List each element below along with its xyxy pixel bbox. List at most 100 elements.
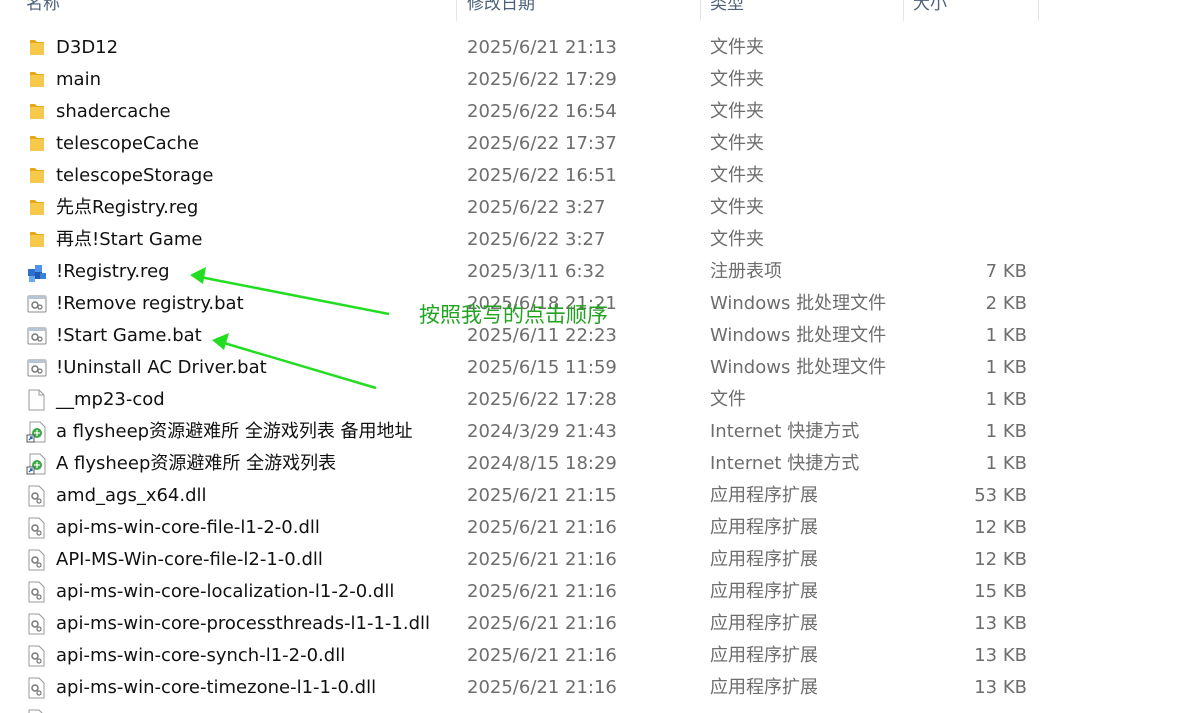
file-name: shadercache (56, 101, 171, 122)
file-date-modified: 2025/6/21 21:16 (467, 645, 617, 666)
file-name: !Registry.reg (56, 261, 170, 282)
folder-icon (28, 229, 46, 249)
file-row[interactable]: A flysheep资源避难所 全游戏列表 2024/8/15 18:29 Inte… (0, 448, 1194, 480)
file-type: Internet 快捷方式 (710, 453, 860, 474)
file-row[interactable]: api-ms-win-core-localization-l1-2-0.dll 2… (0, 576, 1194, 608)
file-type: Windows 批处理文件 (710, 325, 887, 346)
file-size: 1 KB (985, 453, 1027, 474)
file-date-modified: 2025/6/21 21:16 (467, 581, 617, 602)
file-date-modified: 2025/6/22 17:28 (467, 389, 617, 410)
file-type (710, 704, 905, 713)
file-type: 注册表项 (710, 261, 782, 282)
file-size (907, 128, 1027, 160)
file-date-modified: 2025/6/22 3:27 (467, 197, 606, 218)
file-type: 应用程序扩展 (710, 645, 818, 666)
file-row[interactable]: api-ms-win-core-processthreads-l1-1-1.dl… (0, 608, 1194, 640)
file-row[interactable]: 再点!Start Game 2025/6/22 3:27 文件夹 (0, 224, 1194, 256)
file-date-modified: 2025/6/22 3:27 (467, 229, 606, 250)
file-name: __mp23-cod (56, 389, 165, 410)
file-date-modified: 2025/3/11 6:32 (467, 261, 606, 282)
file-row[interactable]: a flysheep资源避难所 全游戏列表 备用地址 2024/3/29 21:4… (0, 416, 1194, 448)
file-type: 文件夹 (710, 165, 764, 186)
file-row[interactable]: api-ms-win-core-synch-l1-2-0.dll 2025/6/2… (0, 640, 1194, 672)
file-row[interactable] (0, 704, 1194, 713)
batch-file-icon (26, 293, 48, 315)
file-name: D3D12 (56, 37, 119, 58)
file-size: 1 KB (985, 421, 1027, 442)
file-type: 应用程序扩展 (710, 613, 818, 634)
file-size (907, 704, 1027, 713)
file-date-modified: 2025/6/21 21:16 (467, 613, 617, 634)
file-name: main (56, 69, 101, 90)
file-size: 53 KB (974, 485, 1027, 506)
file-name: api-ms-win-core-localization-l1-2-0.dll (56, 581, 395, 602)
blank-file-icon (26, 389, 46, 411)
file-type: 应用程序扩展 (710, 549, 818, 570)
file-type: 文件夹 (710, 37, 764, 58)
file-row[interactable]: D3D12 2025/6/21 21:13 文件夹 (0, 32, 1194, 64)
file-type: Internet 快捷方式 (710, 421, 860, 442)
registry-file-icon (26, 261, 48, 283)
file-size (907, 224, 1027, 256)
file-row[interactable]: api-ms-win-core-file-l1-2-0.dll 2025/6/21… (0, 512, 1194, 544)
dll-file-icon (26, 485, 46, 507)
file-name (56, 704, 456, 713)
file-name: !Start Game.bat (56, 325, 202, 346)
file-date-modified: 2025/6/21 21:15 (467, 485, 617, 506)
file-date-modified: 2025/6/22 16:51 (467, 165, 617, 186)
file-type: 应用程序扩展 (710, 485, 818, 506)
file-name: telescopeCache (56, 133, 199, 154)
column-header-date-modified[interactable]: 修改日期 (461, 0, 701, 21)
file-name: telescopeStorage (56, 165, 214, 186)
file-date-modified: 2025/6/22 17:29 (467, 69, 617, 90)
column-header-size[interactable]: 大小 (907, 0, 1039, 21)
folder-icon (28, 165, 46, 185)
file-row[interactable]: 先点Registry.reg 2025/6/22 3:27 文件夹 (0, 192, 1194, 224)
file-date-modified: 2025/6/21 21:16 (467, 677, 617, 698)
file-row[interactable]: amd_ags_x64.dll 2025/6/21 21:15 应用程序扩展 53 K… (0, 480, 1194, 512)
file-date-modified: 2024/3/29 21:43 (467, 421, 617, 442)
file-type: Windows 批处理文件 (710, 357, 887, 378)
file-name: A flysheep资源避难所 全游戏列表 (56, 453, 337, 474)
file-type: 文件 (710, 389, 746, 410)
internet-shortcut-icon (26, 421, 48, 443)
batch-file-icon (26, 357, 48, 379)
file-row[interactable]: !Uninstall AC Driver.bat 2025/6/15 11:59 W… (0, 352, 1194, 384)
file-row[interactable]: telescopeStorage 2025/6/22 16:51 文件夹 (0, 160, 1194, 192)
file-size: 7 KB (985, 261, 1027, 282)
batch-file-icon (26, 325, 48, 347)
file-size: 12 KB (974, 549, 1027, 570)
file-type: 文件夹 (710, 197, 764, 218)
file-date-modified: 2025/6/21 21:16 (467, 549, 617, 570)
file-row[interactable]: telescopeCache 2025/6/22 17:37 文件夹 (0, 128, 1194, 160)
file-size: 2 KB (985, 293, 1027, 314)
internet-shortcut-icon (26, 453, 48, 475)
dll-file-icon (26, 581, 46, 603)
file-row[interactable]: __mp23-cod 2025/6/22 17:28 文件 1 KB (0, 384, 1194, 416)
file-name: 再点!Start Game (56, 229, 203, 250)
file-name: a flysheep资源避难所 全游戏列表 备用地址 (56, 421, 413, 442)
file-row[interactable]: !Registry.reg 2025/3/11 6:32 注册表项 7 KB (0, 256, 1194, 288)
file-type: 文件夹 (710, 101, 764, 122)
file-row[interactable]: api-ms-win-core-timezone-l1-1-0.dll 2025/… (0, 672, 1194, 704)
file-name: !Uninstall AC Driver.bat (56, 357, 267, 378)
column-header-type[interactable]: 类型 (704, 0, 904, 21)
file-size: 15 KB (974, 581, 1027, 602)
file-row[interactable]: main 2025/6/22 17:29 文件夹 (0, 64, 1194, 96)
file-size: 1 KB (985, 357, 1027, 378)
file-row[interactable]: API-MS-Win-core-file-l2-1-0.dll 2025/6/21… (0, 544, 1194, 576)
dll-file-icon (26, 677, 46, 699)
file-size: 1 KB (985, 389, 1027, 410)
folder-icon (28, 101, 46, 121)
dll-file-icon (26, 613, 46, 635)
file-name: !Remove registry.bat (56, 293, 244, 314)
file-size: 13 KB (974, 645, 1027, 666)
file-type: 应用程序扩展 (710, 677, 818, 698)
file-size (907, 192, 1027, 224)
column-header: 名称 修改日期 类型 大小 (0, 0, 1194, 21)
file-date-modified: 2025/6/21 21:13 (467, 37, 617, 58)
column-header-name[interactable]: 名称 (20, 0, 457, 21)
file-row[interactable]: shadercache 2025/6/22 16:54 文件夹 (0, 96, 1194, 128)
dll-file-icon (26, 517, 46, 539)
file-name: amd_ags_x64.dll (56, 485, 207, 506)
